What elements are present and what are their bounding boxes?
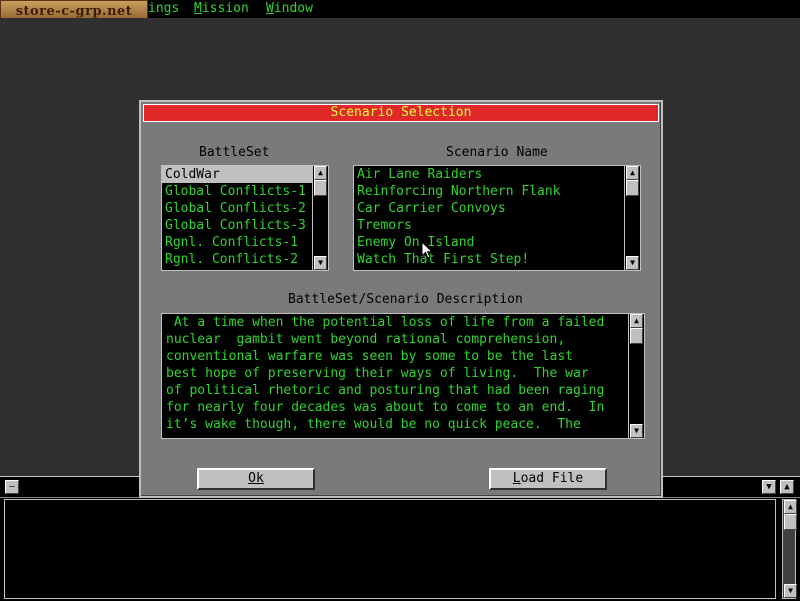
menu-window-rest: indow [273,1,313,16]
scroll-down-icon[interactable]: ▼ [626,256,639,270]
load-file-button[interactable]: Load File [489,468,607,490]
ok-label: Ok [248,471,264,486]
console-output [4,499,776,599]
description-line: best hope of preserving their ways of li… [166,366,589,381]
scroll-thumb[interactable] [784,514,797,530]
console-scrollbar[interactable]: ▲ ▼ [782,499,797,599]
scroll-thumb[interactable] [626,180,639,196]
battleset-item[interactable]: Rgnl. Conflicts-1 [162,234,328,251]
scenario-item[interactable]: Watch That First Step! [354,251,640,268]
mouse-cursor-icon [422,242,434,259]
description-line: it’s wake though, there would be no quic… [166,417,581,432]
scenario-item[interactable]: Air Lane Raiders [354,166,640,183]
scroll-up-icon[interactable]: ▲ [784,500,797,514]
scroll-up-icon[interactable]: ▲ [626,166,639,180]
scroll-down-icon[interactable]: ▼ [630,424,643,438]
menu-mission-rest: ission [201,1,249,16]
battleset-rows: ColdWar Global Conflicts-1 Global Conflict… [162,166,328,268]
dialog-title: Scenario Selection [143,104,659,122]
description-line: conventional warfare was seen by some to… [166,349,573,364]
scroll-down-icon[interactable]: ▼ [762,480,776,494]
description-line: nuclear gambit went beyond rational comp… [166,332,566,347]
menu-mission-hotkey: M [194,1,202,16]
scenario-rows: Air Lane Raiders Reinforcing Northern Fla… [354,166,640,268]
scroll-thumb[interactable] [314,180,327,196]
battleset-header: BattleSet [199,145,270,160]
battleset-item[interactable]: Global Conflicts-3 [162,217,328,234]
scenario-header: Scenario Name [446,145,548,160]
description-line: At a time when the potential loss of lif… [166,315,605,330]
load-file-hotkey: L [512,471,521,486]
scenario-item[interactable]: Car Carrier Convoys [354,200,640,217]
system-menu-icon[interactable]: — [5,480,19,494]
scenario-selection-dialog: Scenario Selection BattleSet Scenario Na… [139,100,663,498]
ok-button[interactable]: Ok [197,468,315,490]
menu-window[interactable]: Window [266,1,313,17]
description-line: for nearly four decades was about to com… [166,400,605,415]
description-box[interactable]: At a time when the potential loss of lif… [161,313,645,439]
scenario-list[interactable]: Air Lane Raiders Reinforcing Northern Fla… [353,165,641,271]
menu-mission[interactable]: Mission [194,1,249,17]
scroll-up-icon[interactable]: ▲ [314,166,327,180]
menu-window-hotkey: W [266,1,274,16]
scroll-down-icon[interactable]: ▼ [784,584,797,598]
load-file-label: Load File [512,471,584,486]
description-line: of political rhetoric and posturing that… [166,383,605,398]
battleset-scrollbar[interactable]: ▲ ▼ [312,166,328,270]
scroll-down-icon[interactable]: ▼ [314,256,327,270]
scenario-scrollbar[interactable]: ▲ ▼ [624,166,640,270]
scenario-item[interactable]: Enemy On Island [354,234,640,251]
description-header: BattleSet/Scenario Description [288,292,523,307]
description-scrollbar[interactable]: ▲ ▼ [628,314,644,438]
scroll-up-icon[interactable]: ▲ [630,314,643,328]
description-text: At a time when the potential loss of lif… [162,314,644,433]
menu-settings[interactable]: ings [148,1,179,17]
scenario-item[interactable]: Tremors [354,217,640,234]
battleset-item[interactable]: ColdWar [162,166,328,183]
scroll-up-icon[interactable]: ▲ [780,480,794,494]
battleset-item[interactable]: Global Conflicts-1 [162,183,328,200]
battleset-list[interactable]: ColdWar Global Conflicts-1 Global Conflict… [161,165,329,271]
battleset-item[interactable]: Rgnl. Conflicts-2 [162,251,328,268]
battleset-item[interactable]: Global Conflicts-2 [162,200,328,217]
scenario-item[interactable]: Reinforcing Northern Flank [354,183,640,200]
scroll-thumb[interactable] [630,328,643,344]
